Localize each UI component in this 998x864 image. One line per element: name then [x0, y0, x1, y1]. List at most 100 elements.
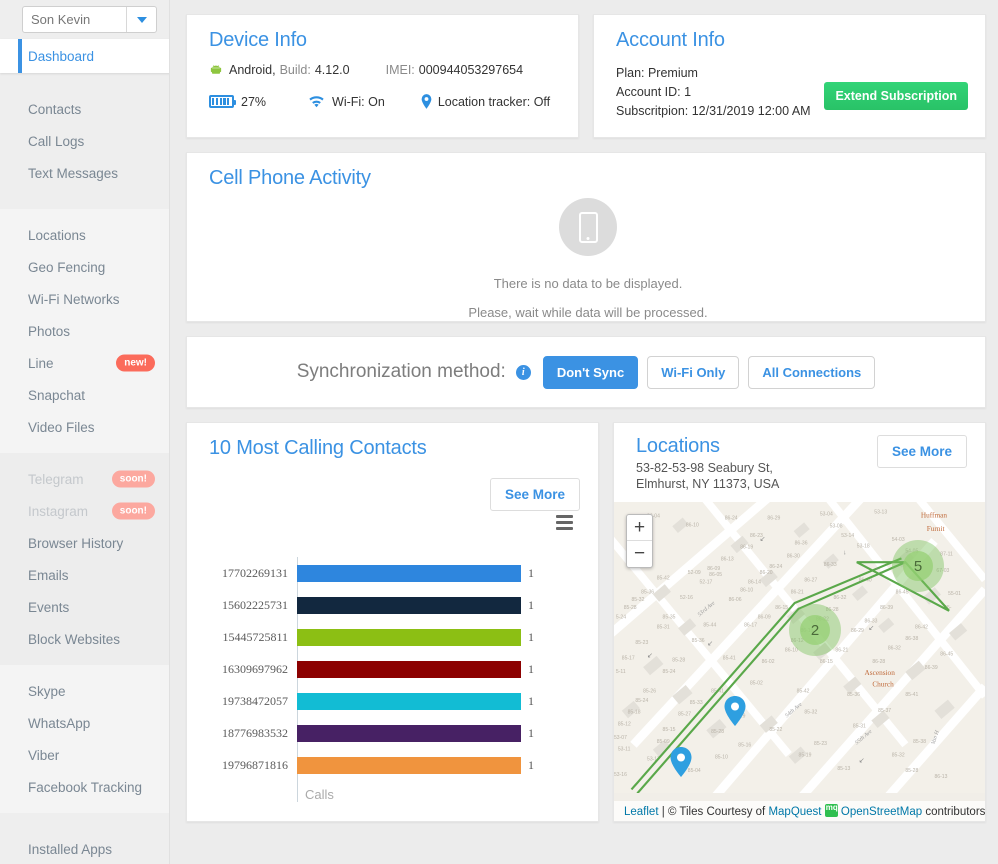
- mapquest-icon: [825, 804, 838, 817]
- sidebar-item-label: Dashboard: [28, 49, 94, 64]
- sidebar-item-snapchat[interactable]: Snapchat: [0, 379, 169, 411]
- map-pin-marker[interactable]: [724, 696, 746, 726]
- svg-text:86-17: 86-17: [744, 622, 757, 628]
- sync-option-dont-sync[interactable]: Don't Sync: [543, 356, 638, 389]
- sidebar-item-events[interactable]: Events: [0, 591, 169, 623]
- bar-track: 1: [297, 693, 580, 710]
- svg-text:86-39: 86-39: [880, 605, 893, 611]
- svg-text:86-30: 86-30: [787, 553, 800, 559]
- svg-text:85-33: 85-33: [690, 700, 703, 706]
- account-info-title: Account Info: [616, 29, 967, 52]
- mapquest-link[interactable]: MapQuest: [768, 806, 821, 818]
- info-icon[interactable]: i: [516, 365, 531, 380]
- openstreetmap-link[interactable]: OpenStreetMap: [841, 806, 922, 818]
- sidebar-item-geo-fencing[interactable]: Geo Fencing: [0, 251, 169, 283]
- svg-text:85-02: 85-02: [750, 681, 763, 687]
- activity-row: Cell Phone Activity There is no data to …: [186, 152, 986, 322]
- svg-text:85-28: 85-28: [624, 605, 637, 611]
- map-zoom-in-button[interactable]: +: [627, 515, 652, 541]
- svg-text:85-32: 85-32: [892, 752, 905, 758]
- sidebar-item-label: Browser History: [28, 536, 123, 551]
- svg-text:5-24: 5-24: [616, 615, 626, 621]
- sidebar-item-label: Wi-Fi Networks: [28, 292, 120, 307]
- svg-text:85-09: 85-09: [657, 739, 670, 745]
- battery-icon: [209, 95, 234, 108]
- svg-text:85-32: 85-32: [631, 597, 644, 603]
- bar-fill: [297, 725, 521, 742]
- sidebar-item-label: Line: [28, 356, 54, 371]
- svg-text:↙: ↙: [647, 652, 653, 659]
- svg-text:86-36: 86-36: [795, 541, 808, 547]
- device-build-label: Build:: [280, 63, 311, 77]
- sidebar-item-block-websites[interactable]: Block Websites: [0, 623, 169, 655]
- svg-text:53-08: 53-08: [830, 523, 843, 529]
- sync-option-all-connections[interactable]: All Connections: [748, 356, 875, 389]
- leaflet-link[interactable]: Leaflet: [624, 806, 659, 818]
- sidebar-item-wifi-networks[interactable]: Wi-Fi Networks: [0, 283, 169, 315]
- device-build-value: 4.12.0: [315, 63, 350, 77]
- bar-value-label: 1: [528, 566, 534, 581]
- sidebar-item-dashboard[interactable]: Dashboard: [0, 39, 170, 73]
- chevron-down-glyph: [137, 17, 147, 23]
- sidebar-item-whatsapp[interactable]: WhatsApp: [0, 707, 169, 739]
- svg-text:86-32: 86-32: [888, 646, 901, 652]
- sidebar-group-tracking: Locations Geo Fencing Wi-Fi Networks Pho…: [0, 209, 169, 453]
- account-select[interactable]: Son Kevin: [22, 6, 157, 33]
- sidebar-item-browser-history[interactable]: Browser History: [0, 527, 169, 559]
- svg-text:85-36: 85-36: [641, 589, 654, 595]
- sidebar-item-line[interactable]: Line new!: [0, 347, 169, 379]
- sidebar-item-label: Geo Fencing: [28, 260, 105, 275]
- chart-see-more-button[interactable]: See More: [490, 478, 580, 511]
- bar-chart-row: 17702269131 1: [209, 557, 580, 589]
- bar-chart-row: 19738472057 1: [209, 685, 580, 717]
- extend-subscription-button[interactable]: Extend Subscription: [824, 82, 968, 110]
- svg-text:85-37: 85-37: [878, 708, 891, 714]
- sync-row: Synchronization method: i Don't Sync Wi-…: [186, 336, 986, 408]
- svg-text:86-32: 86-32: [833, 595, 846, 601]
- svg-text:53-04: 53-04: [820, 512, 833, 518]
- svg-text:85-24: 85-24: [635, 698, 648, 704]
- sidebar-item-label: Photos: [28, 324, 70, 339]
- activity-empty-state: There is no data to be displayed. Please…: [209, 198, 967, 320]
- map-zoom-out-button[interactable]: −: [627, 541, 652, 567]
- sync-option-wifi-only[interactable]: Wi-Fi Only: [647, 356, 739, 389]
- hamburger-menu-icon[interactable]: [556, 515, 573, 533]
- sync-method-label: Synchronization method:: [297, 361, 506, 383]
- sidebar-item-call-logs[interactable]: Call Logs: [0, 125, 169, 157]
- bar-category-label: 19738472057: [209, 694, 297, 709]
- svg-text:55-01: 55-01: [948, 591, 961, 597]
- bar-fill: [297, 565, 521, 582]
- svg-text:86-21: 86-21: [835, 648, 848, 654]
- address-line-1: 53-82-53-98 Seabury St,: [636, 460, 779, 476]
- sidebar-item-photos[interactable]: Photos: [0, 315, 169, 347]
- map-zoom-controls[interactable]: + −: [626, 514, 653, 568]
- sidebar-item-viber[interactable]: Viber: [0, 739, 169, 771]
- map-pin-marker[interactable]: [670, 747, 692, 777]
- bar-category-label: 19796871816: [209, 758, 297, 773]
- map-cluster-marker[interactable]: 2: [789, 604, 841, 656]
- svg-text:85-10: 85-10: [715, 754, 728, 760]
- sidebar-item-locations[interactable]: Locations: [0, 219, 169, 251]
- locations-see-more-button[interactable]: See More: [877, 435, 967, 468]
- svg-text:↙: ↙: [859, 757, 865, 764]
- map-cluster-marker[interactable]: 5: [892, 540, 944, 592]
- svg-text:85-36: 85-36: [847, 692, 860, 698]
- account-plan: Plan: Premium: [616, 64, 967, 83]
- bar-fill: [297, 757, 521, 774]
- sidebar-item-skype[interactable]: Skype: [0, 675, 169, 707]
- sidebar-item-video-files[interactable]: Video Files: [0, 411, 169, 443]
- map-container[interactable]: 86-0486-1086-24 86-2953-0453-13 53-0886-…: [614, 502, 985, 821]
- svg-text:86-10: 86-10: [740, 587, 753, 593]
- sidebar-item-installed-apps[interactable]: Installed Apps: [0, 833, 169, 864]
- chevron-down-icon[interactable]: [126, 7, 156, 32]
- sidebar-item-label: Locations: [28, 228, 86, 243]
- device-status-row: 27% Wi-Fi: On Location tracker: Off: [209, 94, 560, 109]
- locations-heading-block: Locations 53-82-53-98 Seabury St, Elmhur…: [636, 435, 779, 492]
- sidebar-item-telegram: Telegram soon!: [0, 463, 169, 495]
- sidebar-item-facebook-tracking[interactable]: Facebook Tracking: [0, 771, 169, 803]
- sidebar-item-contacts[interactable]: Contacts: [0, 93, 169, 125]
- sidebar-item-emails[interactable]: Emails: [0, 559, 169, 591]
- svg-text:85-28: 85-28: [905, 768, 918, 774]
- sidebar-item-text-messages[interactable]: Text Messages: [0, 157, 169, 189]
- bar-value-label: 1: [528, 726, 534, 741]
